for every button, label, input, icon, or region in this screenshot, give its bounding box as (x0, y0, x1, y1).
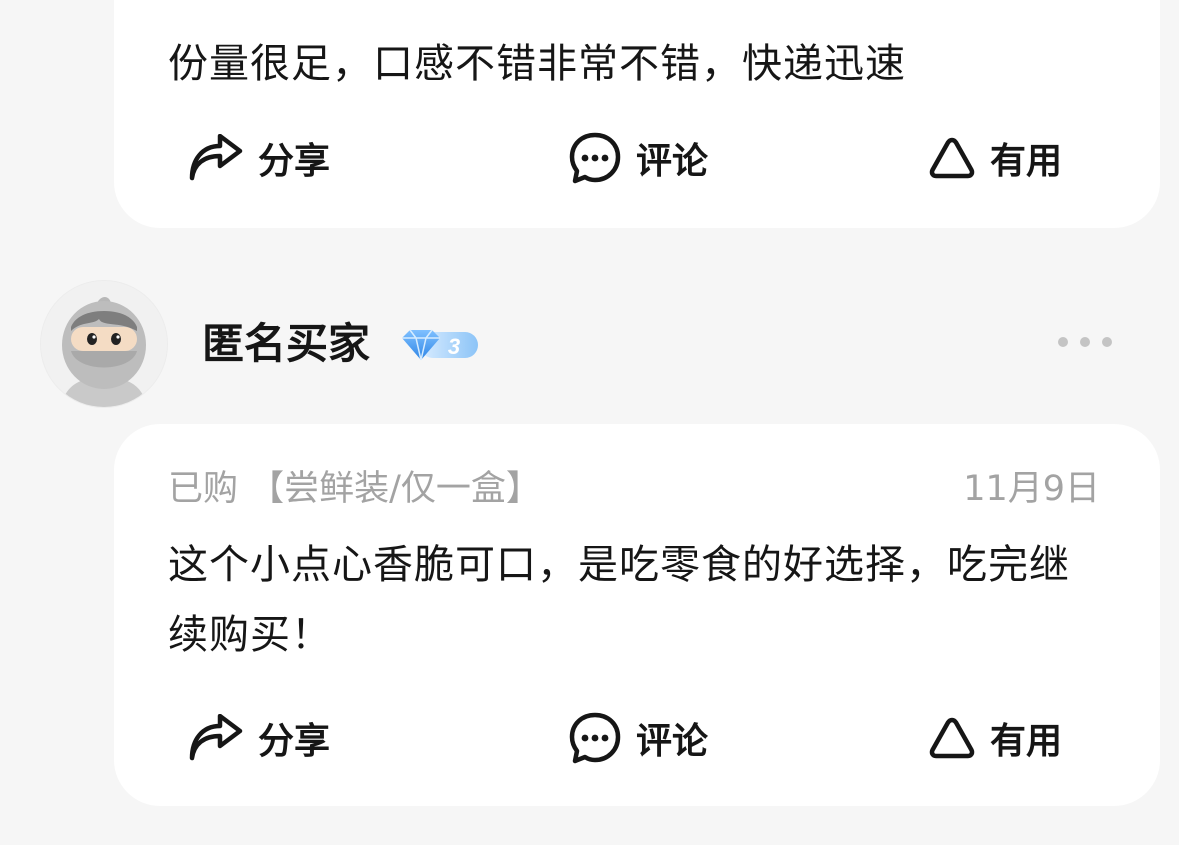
level-number: 3 (448, 334, 460, 359)
purchased-variant: 已购 【尝鲜装/仅一盒】 (168, 468, 541, 509)
comment-button[interactable]: 评论 (568, 708, 708, 768)
review-card: 已购 【尝鲜装/仅一盒】 11月9日 这个小点心香脆可口，是吃零食的好选择，吃完… (114, 424, 1160, 806)
review-text: 份量很足，口感不错非常不错，快递迅速 (168, 41, 906, 87)
comment-label: 评论 (636, 721, 709, 762)
level-badge: 3 (398, 326, 480, 364)
more-dots-icon[interactable] (1058, 330, 1112, 354)
share-label: 分享 (258, 141, 331, 182)
reviewer-header: 匿名买家 3 (0, 280, 1179, 408)
review-text: 这个小点心香脆可口，是吃零食的好选择，吃完继续购买！ (168, 542, 1070, 658)
review-action-bar: 分享 评论 有用 (114, 128, 1160, 188)
comment-label: 评论 (636, 141, 709, 182)
share-button[interactable]: 分享 (188, 708, 330, 768)
ninja-avatar (41, 281, 167, 407)
review-meta: 已购 【尝鲜装/仅一盒】 11月9日 (168, 462, 1100, 509)
comment-button[interactable]: 评论 (568, 128, 708, 188)
useful-label: 有用 (990, 141, 1063, 182)
useful-button[interactable]: 有用 (928, 708, 1062, 768)
share-arrow-icon (188, 134, 244, 182)
review-card: 份量很足，口感不错非常不错，快递迅速 分享 评论 有用 (114, 0, 1160, 228)
useful-button[interactable]: 有用 (928, 128, 1062, 188)
share-label: 分享 (258, 721, 331, 762)
triangle-useful-icon (928, 136, 976, 180)
comment-bubble-icon (568, 131, 622, 185)
comment-bubble-icon (568, 711, 622, 765)
triangle-useful-icon (928, 716, 976, 760)
avatar[interactable] (40, 280, 168, 408)
review-action-bar: 分享 评论 有用 (114, 708, 1160, 768)
reviewer-name: 匿名买家 (202, 319, 371, 368)
useful-label: 有用 (990, 721, 1063, 762)
share-arrow-icon (188, 714, 244, 762)
share-button[interactable]: 分享 (188, 128, 330, 188)
review-date: 11月9日 (963, 468, 1100, 509)
